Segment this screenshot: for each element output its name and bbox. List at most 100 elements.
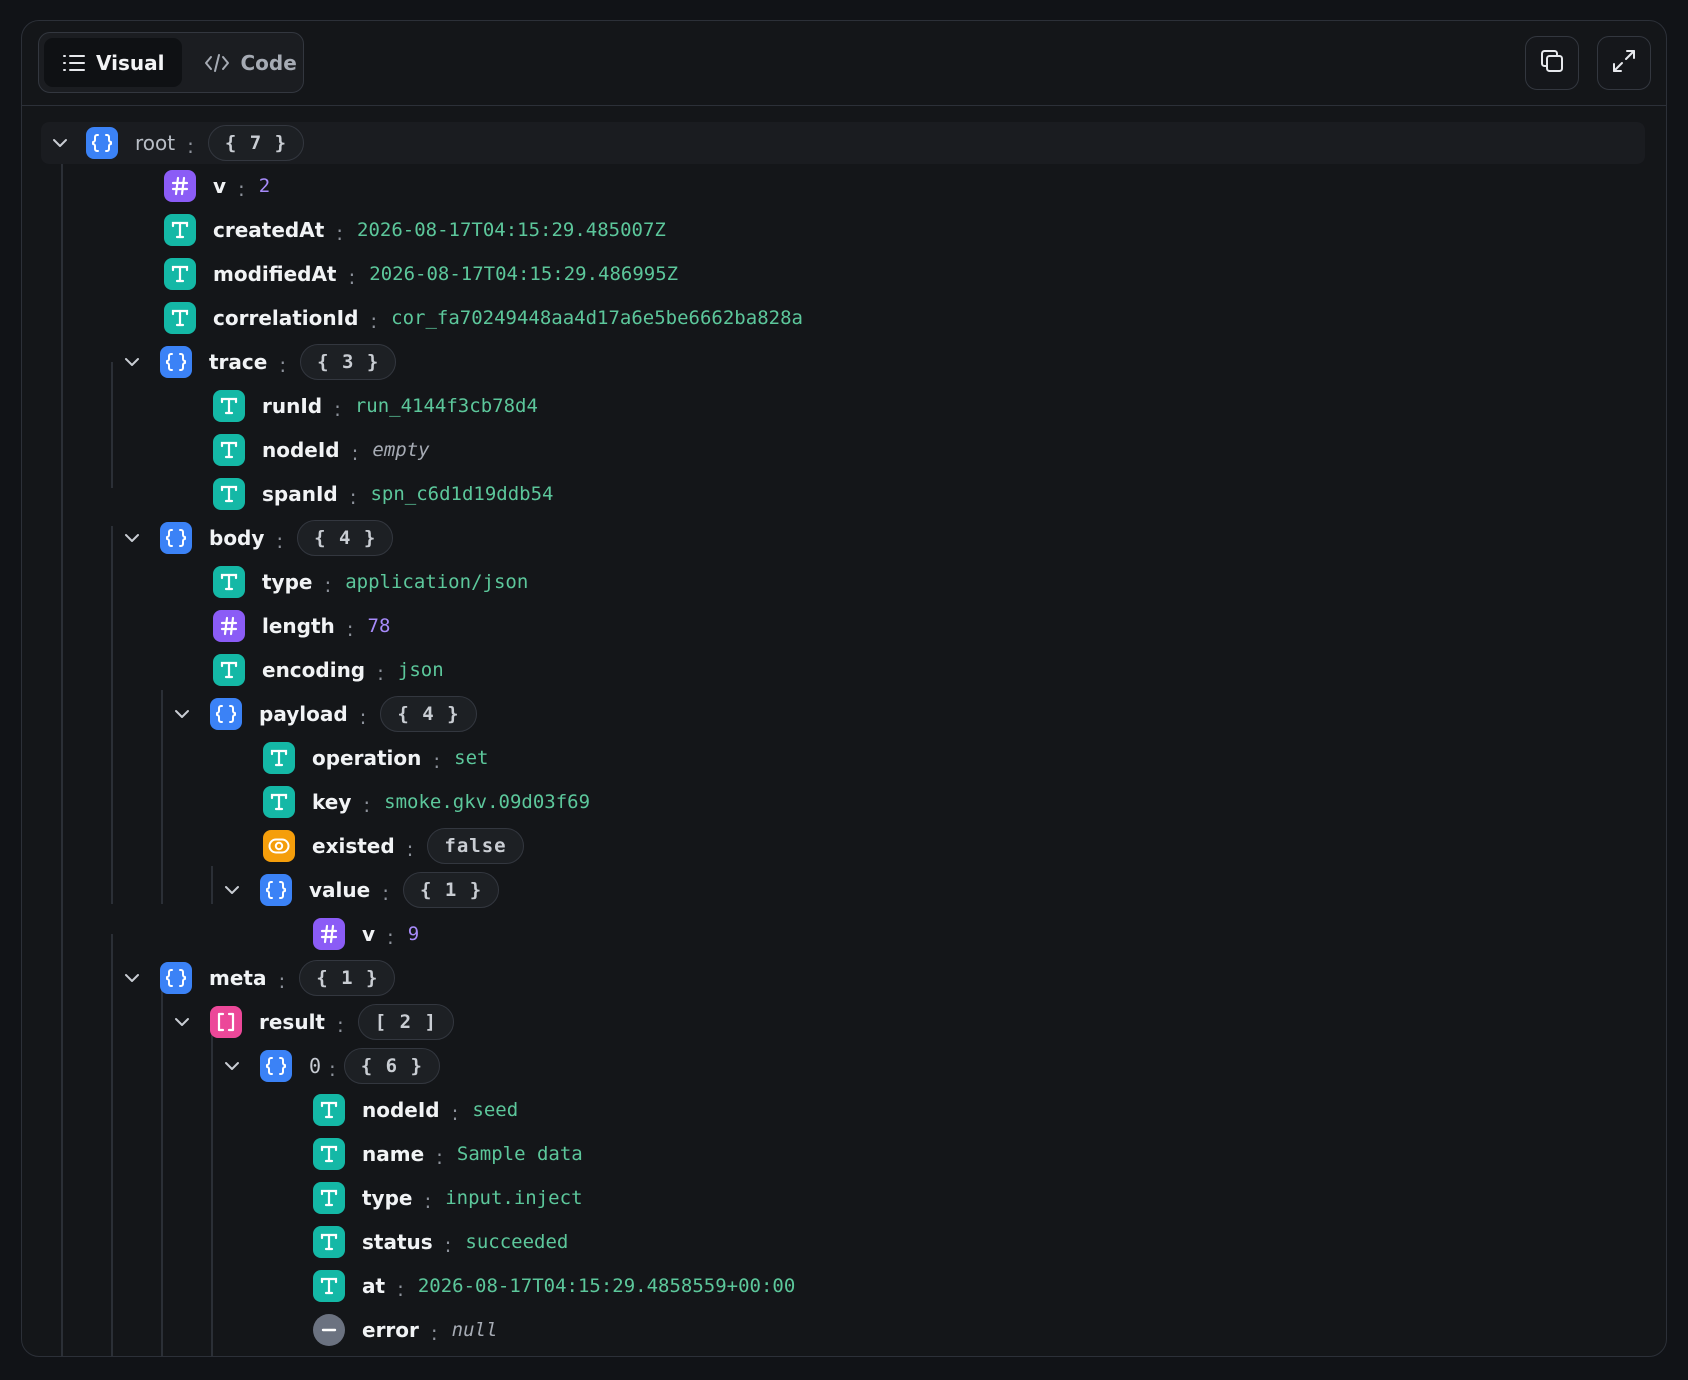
tree-guide-body bbox=[111, 526, 113, 904]
chevron-down-icon bbox=[125, 358, 139, 366]
text-t-icon bbox=[313, 1094, 345, 1126]
count-badge: { 6 } bbox=[343, 1048, 440, 1084]
tree-node-payload[interactable]: payload : { 4 } bbox=[210, 696, 477, 732]
text-t-icon bbox=[213, 434, 245, 466]
tree-node-r0-nodeId[interactable]: nodeId : seed bbox=[313, 1092, 518, 1128]
braces-icon bbox=[160, 962, 192, 994]
node-value-empty: empty bbox=[372, 439, 430, 461]
node-key: trace bbox=[209, 350, 268, 374]
tree-node-body-encoding[interactable]: encoding : json bbox=[213, 652, 444, 688]
colon: : bbox=[334, 397, 341, 421]
tree-node-payload-key[interactable]: key : smoke.gkv.09d03f69 bbox=[263, 784, 590, 820]
text-t-icon bbox=[313, 1226, 345, 1258]
text-t-icon bbox=[263, 786, 295, 818]
toggle-icon bbox=[263, 830, 295, 862]
node-value: set bbox=[454, 747, 489, 769]
text-t-icon bbox=[164, 302, 196, 334]
expand-button[interactable] bbox=[1597, 36, 1651, 90]
count-badge: { 4 } bbox=[380, 696, 477, 732]
code-tab[interactable]: Code bbox=[186, 38, 314, 87]
node-value: cor_fa70249448aa4d17a6e5be6662ba828a bbox=[391, 307, 803, 329]
chevron-down-icon bbox=[175, 1018, 189, 1026]
chevron-down-icon bbox=[125, 534, 139, 542]
collapse-root-chevron[interactable] bbox=[50, 133, 70, 153]
tree-node-payload-operation[interactable]: operation : set bbox=[263, 740, 488, 776]
chevron-down-icon bbox=[175, 710, 189, 718]
chevron-down-icon bbox=[125, 974, 139, 982]
collapse-result-0-chevron[interactable] bbox=[222, 1056, 242, 1076]
tree-node-payload-value[interactable]: value : { 1 } bbox=[260, 872, 500, 908]
hash-icon bbox=[213, 610, 245, 642]
node-key: modifiedAt bbox=[213, 262, 337, 286]
node-value: spn_c6d1d19ddb54 bbox=[370, 483, 554, 505]
tree-node-root[interactable]: root : { 7 } bbox=[86, 125, 305, 161]
tree-node-body-type[interactable]: type : application/json bbox=[213, 564, 528, 600]
colon: : bbox=[238, 177, 245, 201]
collapse-meta-chevron[interactable] bbox=[122, 968, 142, 988]
node-key: result bbox=[259, 1010, 325, 1034]
node-value-null: null bbox=[451, 1319, 498, 1341]
tree-guide-result-0 bbox=[211, 1020, 213, 1356]
collapse-result-chevron[interactable] bbox=[172, 1012, 192, 1032]
chevron-down-icon bbox=[225, 1062, 239, 1070]
node-key: at bbox=[362, 1274, 386, 1298]
colon: : bbox=[451, 1101, 459, 1125]
count-badge: { 1 } bbox=[402, 872, 500, 908]
tree-guide-payload bbox=[161, 690, 163, 904]
tree-node-result[interactable]: result : [ 2 ] bbox=[210, 1004, 454, 1040]
tree-node-trace-spanId[interactable]: spanId : spn_c6d1d19ddb54 bbox=[213, 476, 554, 512]
tree-node-r0-status[interactable]: status : succeeded bbox=[313, 1224, 568, 1260]
tree-node-result-0[interactable]: 0 : { 6 } bbox=[260, 1048, 440, 1084]
text-t-icon bbox=[213, 478, 245, 510]
visual-tab-label: Visual bbox=[96, 50, 165, 75]
colon: : bbox=[279, 353, 287, 377]
tree-node-body[interactable]: body : { 4 } bbox=[160, 520, 394, 556]
tree-node-r0-name[interactable]: name : Sample data bbox=[313, 1136, 583, 1172]
colon: : bbox=[433, 749, 441, 773]
colon: : bbox=[337, 1013, 344, 1037]
node-key: meta bbox=[209, 966, 267, 990]
node-value: 2026-08-17T04:15:29.486995Z bbox=[369, 263, 679, 285]
tree-node-r0-at[interactable]: at : 2026-08-17T04:15:29.4858559+00:00 bbox=[313, 1268, 795, 1304]
text-t-icon bbox=[313, 1138, 345, 1170]
colon: : bbox=[359, 705, 367, 729]
node-key: operation bbox=[312, 746, 422, 770]
tree-node-createdAt[interactable]: createdAt : 2026-08-17T04:15:29.485007Z bbox=[164, 212, 666, 248]
colon: : bbox=[387, 925, 394, 949]
colon: : bbox=[346, 617, 354, 641]
collapse-trace-chevron[interactable] bbox=[122, 352, 142, 372]
tree-node-correlationId[interactable]: correlationId : cor_fa70249448aa4d17a6e5… bbox=[164, 300, 803, 336]
colon: : bbox=[276, 529, 284, 553]
tree-node-payload-existed[interactable]: existed : false bbox=[263, 828, 524, 864]
collapse-value-chevron[interactable] bbox=[222, 880, 242, 900]
tree-node-trace[interactable]: trace : { 3 } bbox=[160, 344, 397, 380]
node-key: payload bbox=[259, 702, 348, 726]
node-value: succeeded bbox=[465, 1231, 569, 1253]
tree-node-trace-nodeId[interactable]: nodeId : empty bbox=[213, 432, 430, 468]
tree-node-body-length[interactable]: length : 78 bbox=[213, 608, 390, 644]
tree-guide-trace bbox=[111, 362, 113, 488]
node-key: type bbox=[262, 570, 313, 594]
text-t-icon bbox=[164, 214, 196, 246]
tree-node-modifiedAt[interactable]: modifiedAt : 2026-08-17T04:15:29.486995Z bbox=[164, 256, 678, 292]
braces-icon bbox=[86, 127, 118, 159]
visual-tab[interactable]: Visual bbox=[44, 38, 183, 87]
tree-node-v[interactable]: v : 2 bbox=[164, 168, 270, 204]
tree-node-trace-runId[interactable]: runId : run_4144f3cb78d4 bbox=[213, 388, 538, 424]
collapse-payload-chevron[interactable] bbox=[172, 704, 192, 724]
tree-node-payload-value-v[interactable]: v : 9 bbox=[313, 916, 419, 952]
expand-icon bbox=[1611, 48, 1637, 78]
tree-node-r0-error[interactable]: error : null bbox=[313, 1312, 497, 1348]
list-icon bbox=[62, 52, 86, 74]
copy-button[interactable] bbox=[1525, 36, 1579, 90]
text-t-icon bbox=[164, 258, 196, 290]
node-value: run_4144f3cb78d4 bbox=[354, 395, 538, 417]
braces-icon bbox=[210, 698, 242, 730]
tree-node-meta[interactable]: meta : { 1 } bbox=[160, 960, 396, 996]
colon: : bbox=[397, 1277, 404, 1301]
collapse-body-chevron[interactable] bbox=[122, 528, 142, 548]
tree-node-r0-type[interactable]: type : input.inject bbox=[313, 1180, 583, 1216]
colon: : bbox=[336, 221, 344, 245]
hash-icon bbox=[164, 170, 196, 202]
braces-icon bbox=[260, 1050, 292, 1082]
